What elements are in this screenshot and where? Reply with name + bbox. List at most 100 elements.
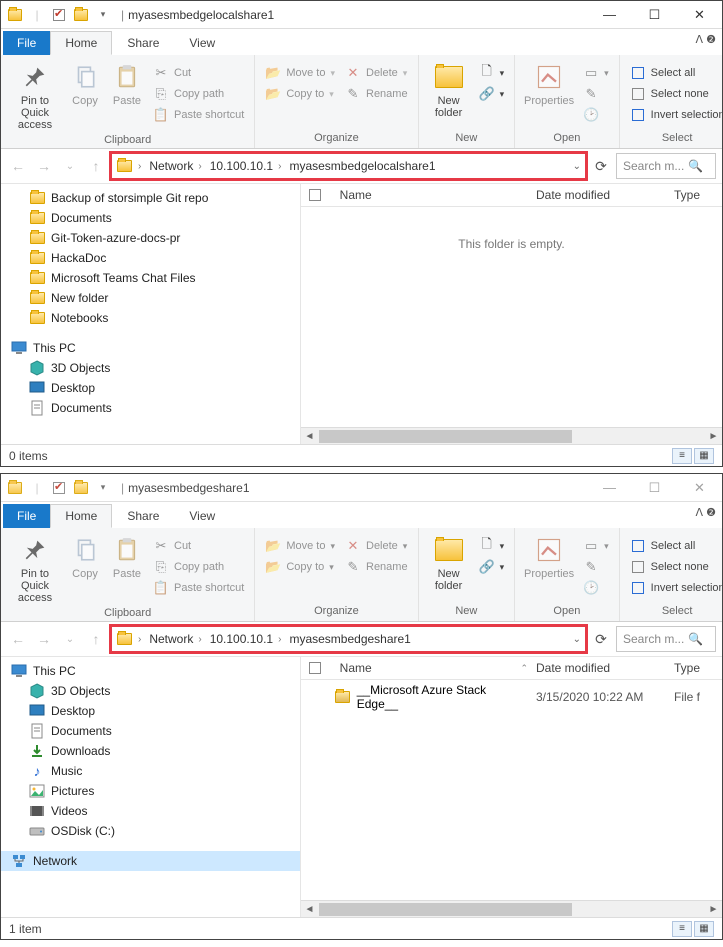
scroll-left-icon[interactable]: ◄ [301, 904, 318, 915]
col-name[interactable]: Name [340, 661, 372, 675]
share-tab[interactable]: Share [112, 504, 174, 528]
home-tab[interactable]: Home [50, 31, 112, 55]
copy-button[interactable]: Copy [65, 532, 105, 582]
breadcrumb-sep[interactable]: › [134, 161, 145, 172]
qat-dropdown-icon[interactable]: ▾ [95, 7, 111, 23]
tree-item[interactable]: Desktop [1, 701, 300, 721]
copy-button[interactable]: Copy [65, 59, 105, 109]
cut-button[interactable]: ✂Cut [149, 63, 248, 83]
new-item-button[interactable]: 🗋▾ [475, 536, 509, 556]
copy-path-button[interactable]: ⎘Copy path [149, 557, 248, 577]
col-name[interactable]: Name [340, 188, 372, 202]
refresh-button[interactable]: ⟳ [590, 628, 612, 650]
tree-item[interactable]: 3D Objects [1, 681, 300, 701]
select-all-checkbox[interactable] [309, 662, 321, 674]
breadcrumb-network[interactable]: Network› [147, 632, 205, 646]
paste-button[interactable]: Paste [107, 532, 147, 582]
tree-item[interactable]: Network [1, 851, 300, 871]
breadcrumb-share[interactable]: myasesmbedgelocalshare1 [287, 159, 437, 173]
navigation-tree[interactable]: This PC3D ObjectsDesktopDocumentsDownloa… [1, 657, 301, 917]
edit-button[interactable]: ✎ [579, 84, 613, 104]
tree-item[interactable]: HackaDoc [1, 248, 300, 268]
up-button[interactable]: ↑ [85, 628, 107, 650]
breadcrumb-share[interactable]: myasesmbedgeshare1 [287, 632, 412, 646]
move-to-button[interactable]: 📂Move to▾ [261, 63, 339, 83]
forward-button[interactable]: → [33, 155, 55, 177]
col-date[interactable]: Date modified [536, 661, 666, 675]
history-button[interactable]: 🕑 [579, 578, 613, 598]
cut-button[interactable]: ✂Cut [149, 536, 248, 556]
easy-access-button[interactable]: 🔗▾ [475, 84, 509, 104]
properties-qat-icon[interactable] [51, 480, 67, 496]
tree-item[interactable]: ♪Music [1, 761, 300, 781]
view-tab[interactable]: View [174, 31, 230, 55]
close-button[interactable]: ✕ [677, 474, 722, 502]
col-type[interactable]: Type [674, 661, 714, 675]
search-input[interactable]: Search m...🔍 [616, 626, 716, 652]
scroll-right-icon[interactable]: ► [705, 431, 722, 442]
select-none-button[interactable]: Select none [626, 557, 723, 577]
address-dropdown-icon[interactable]: ⌄ [573, 634, 581, 645]
tree-item[interactable]: New folder [1, 288, 300, 308]
home-tab[interactable]: Home [50, 504, 112, 528]
view-tab[interactable]: View [174, 504, 230, 528]
forward-button[interactable]: → [33, 628, 55, 650]
new-item-button[interactable]: 🗋▾ [475, 63, 509, 83]
breadcrumb-sep[interactable]: › [134, 634, 145, 645]
paste-shortcut-button[interactable]: 📋Paste shortcut [149, 578, 248, 598]
copy-path-button[interactable]: ⎘Copy path [149, 84, 248, 104]
invert-selection-button[interactable]: Invert selection [626, 105, 723, 125]
back-button[interactable]: ← [7, 155, 29, 177]
rename-button[interactable]: ✎Rename [341, 84, 412, 104]
address-bar[interactable]: › Network› 10.100.10.1› myasesmbedgeshar… [111, 626, 586, 652]
select-all-button[interactable]: Select all [626, 63, 723, 83]
minimize-button[interactable]: — [587, 1, 632, 29]
file-row[interactable]: __Microsoft Azure Stack Edge__3/15/2020 … [301, 680, 722, 714]
horizontal-scrollbar[interactable]: ◄► [301, 427, 722, 444]
recent-button[interactable]: ⌄ [59, 155, 81, 177]
move-to-button[interactable]: 📂Move to▾ [261, 536, 339, 556]
view-icons-button[interactable]: ▦ [694, 921, 714, 937]
back-button[interactable]: ← [7, 628, 29, 650]
tree-item[interactable]: This PC [1, 338, 300, 358]
share-tab[interactable]: Share [112, 31, 174, 55]
copy-to-button[interactable]: 📂Copy to▾ [261, 557, 339, 577]
refresh-button[interactable]: ⟳ [590, 155, 612, 177]
tree-item[interactable]: Documents [1, 721, 300, 741]
new-folder-button[interactable]: New folder [425, 532, 473, 594]
select-all-button[interactable]: Select all [626, 536, 723, 556]
easy-access-button[interactable]: 🔗▾ [475, 557, 509, 577]
column-header[interactable]: Name Date modified Type [301, 184, 722, 207]
select-all-checkbox[interactable] [309, 189, 321, 201]
breadcrumb-host[interactable]: 10.100.10.1› [208, 632, 286, 646]
col-type[interactable]: Type [674, 188, 714, 202]
open-button[interactable]: ▭▾ [579, 536, 613, 556]
paste-shortcut-button[interactable]: 📋Paste shortcut [149, 105, 248, 125]
minimize-button[interactable]: — [587, 474, 632, 502]
properties-qat-icon[interactable] [51, 7, 67, 23]
delete-button[interactable]: ✕Delete▾ [341, 536, 412, 556]
navigation-tree[interactable]: Backup of storsimple Git repoDocumentsGi… [1, 184, 301, 444]
history-button[interactable]: 🕑 [579, 105, 613, 125]
tree-item[interactable]: 3D Objects [1, 358, 300, 378]
tree-item[interactable]: Downloads [1, 741, 300, 761]
address-bar[interactable]: › Network› 10.100.10.1› myasesmbedgeloca… [111, 153, 586, 179]
properties-button[interactable]: Properties [521, 59, 577, 109]
paste-button[interactable]: Paste [107, 59, 147, 109]
tree-item[interactable]: Microsoft Teams Chat Files [1, 268, 300, 288]
tree-item[interactable]: Pictures [1, 781, 300, 801]
pin-quick-access-button[interactable]: Pin to Quick access [7, 59, 63, 133]
tree-item[interactable]: Backup of storsimple Git repo [1, 188, 300, 208]
tree-item[interactable]: OSDisk (C:) [1, 821, 300, 841]
tree-item[interactable]: Videos [1, 801, 300, 821]
close-button[interactable]: ✕ [677, 1, 722, 29]
pin-quick-access-button[interactable]: Pin to Quick access [7, 532, 63, 606]
properties-button[interactable]: Properties [521, 532, 577, 582]
view-icons-button[interactable]: ▦ [694, 448, 714, 464]
folder-qat-icon[interactable] [73, 7, 89, 23]
tree-item[interactable]: This PC [1, 661, 300, 681]
tree-item[interactable]: Notebooks [1, 308, 300, 328]
view-details-button[interactable]: ≡ [672, 921, 692, 937]
delete-button[interactable]: ✕Delete▾ [341, 63, 412, 83]
tree-item[interactable]: Git-Token-azure-docs-pr [1, 228, 300, 248]
